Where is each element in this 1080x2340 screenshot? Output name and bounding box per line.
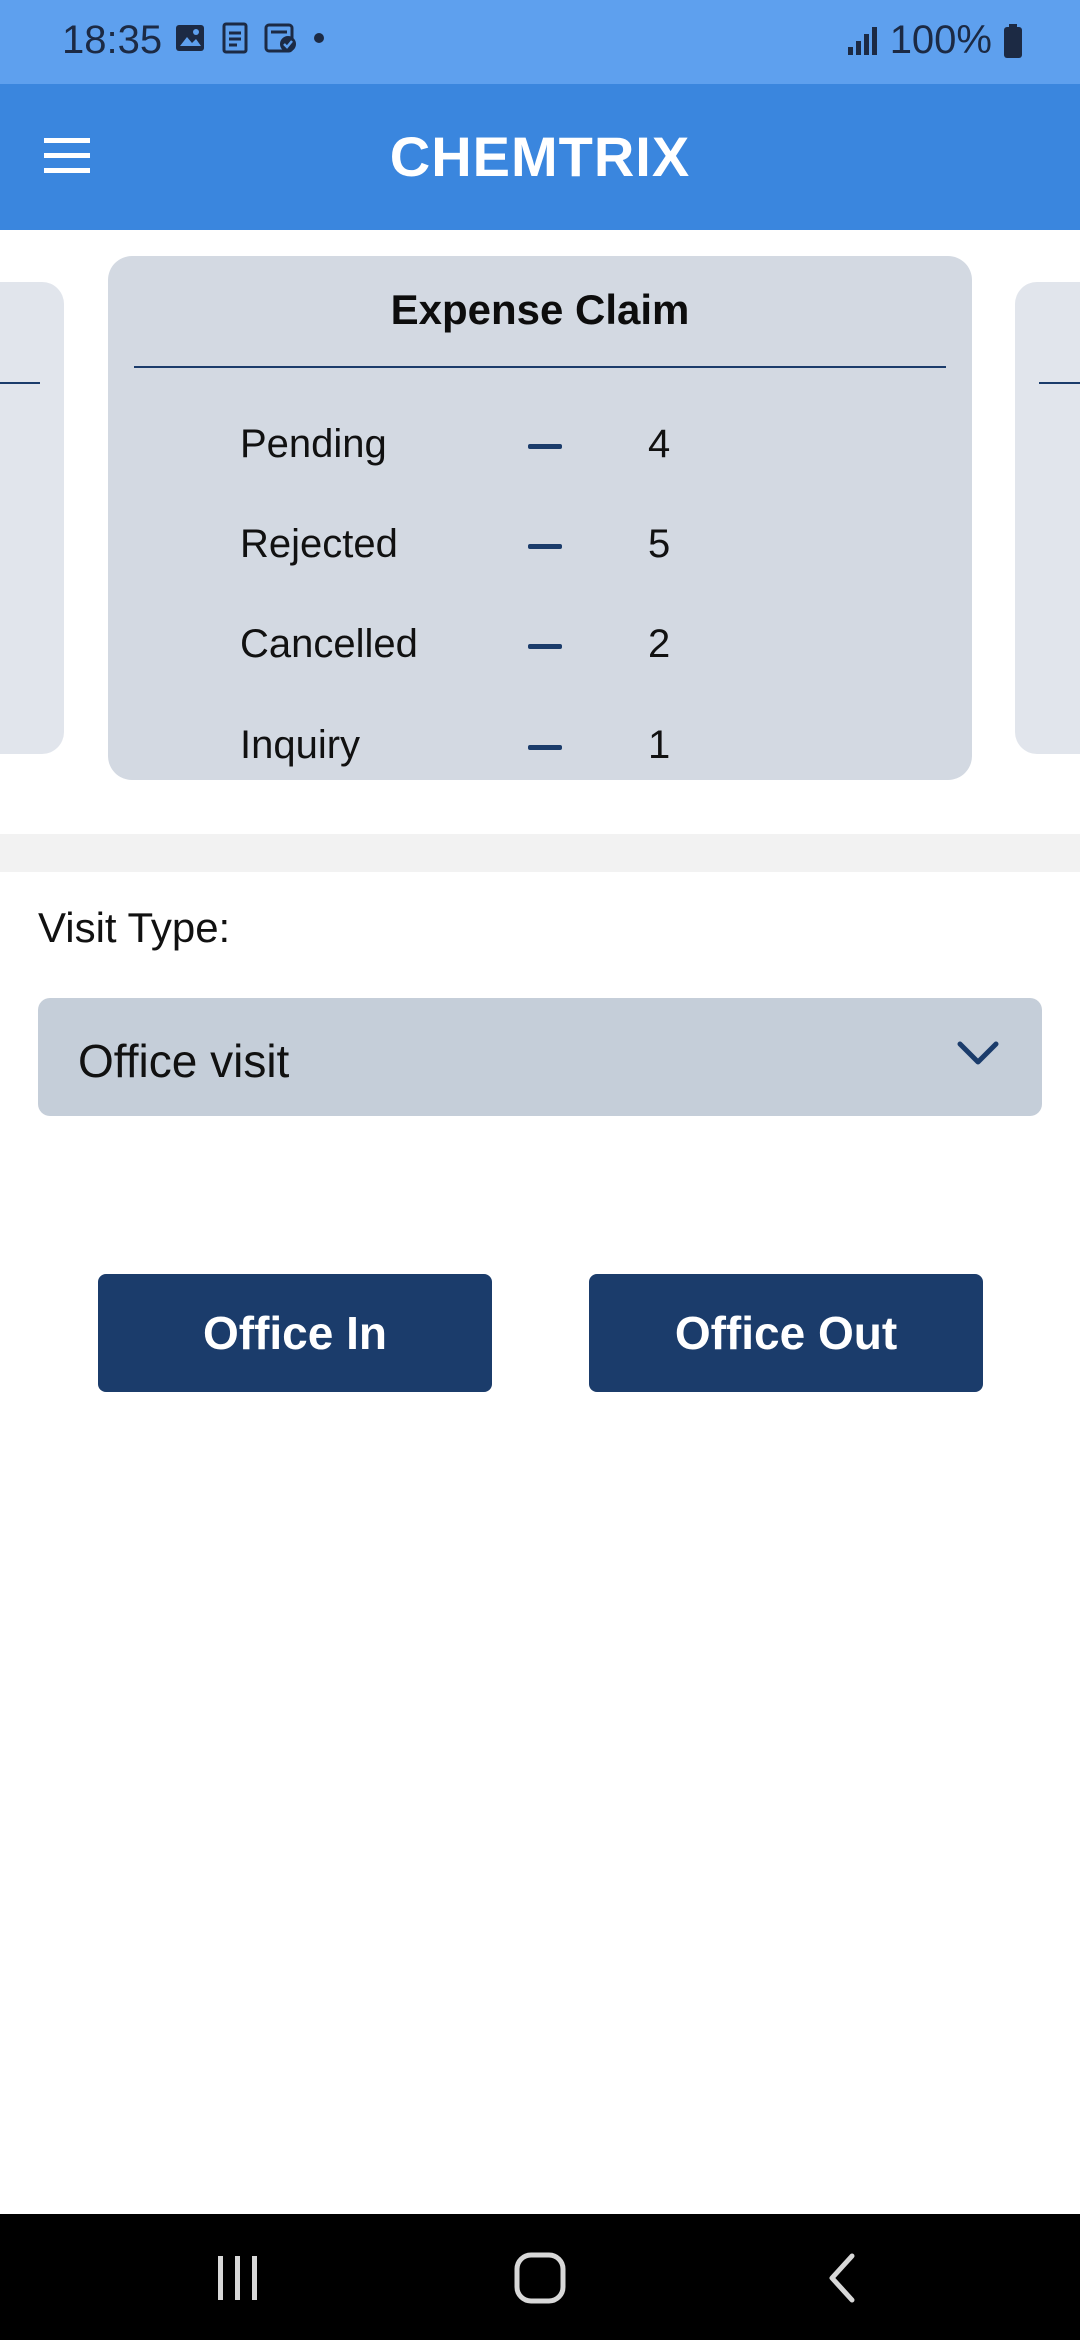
- image-icon: [176, 25, 204, 51]
- claim-label: Pending: [240, 422, 387, 466]
- signal-icon: [847, 26, 877, 55]
- recent-apps-icon[interactable]: [212, 2250, 264, 2306]
- expense-claim-card[interactable]: Expense Claim Pending 4 Rejected 5 Cance…: [108, 256, 972, 780]
- battery-icon: [1004, 23, 1022, 58]
- previous-card[interactable]: [0, 282, 64, 754]
- task-check-icon: [264, 23, 296, 53]
- app-bar: CHEMTRIX: [0, 84, 1080, 230]
- notification-icons: [174, 22, 326, 54]
- dash-icon: [528, 544, 562, 549]
- claim-count: 1: [648, 723, 671, 767]
- claim-row-cancelled: Cancelled 2: [108, 616, 972, 676]
- claim-count: 5: [648, 522, 671, 566]
- claim-label: Cancelled: [240, 622, 418, 666]
- office-out-button[interactable]: Office Out: [589, 1274, 983, 1392]
- dash-icon: [528, 745, 562, 750]
- status-bar: 18:35 100%: [0, 0, 1080, 84]
- claim-row-pending: Pending 4: [108, 416, 972, 476]
- card-title: Expense Claim: [390, 286, 690, 333]
- visit-type-selected: Office visit: [78, 1035, 290, 1087]
- claim-count: 2: [648, 622, 671, 666]
- next-card[interactable]: [1015, 282, 1080, 754]
- status-time: 18:35: [62, 18, 163, 62]
- home-icon[interactable]: [512, 2250, 568, 2306]
- screen: 18:35 100% CHEMTRIX Expense Claim Pendin…: [0, 0, 1080, 2340]
- app-title: CHEMTRIX: [389, 125, 691, 188]
- card-divider: [134, 366, 946, 368]
- claim-row-inquiry: Inquiry 1: [108, 717, 972, 777]
- section-separator: [0, 834, 1080, 872]
- visit-type-dropdown[interactable]: Office visit: [38, 998, 1042, 1116]
- back-icon[interactable]: [822, 2250, 862, 2306]
- chevron-down-icon: [957, 1041, 999, 1065]
- card-divider: [1039, 382, 1080, 384]
- visit-type-label: Visit Type:: [38, 904, 231, 951]
- claim-count: 4: [648, 422, 671, 466]
- dot-icon: [314, 33, 324, 43]
- claim-label: Inquiry: [240, 723, 361, 767]
- card-divider: [0, 382, 40, 384]
- claim-row-rejected: Rejected 5: [108, 516, 972, 576]
- status-right: 100%: [846, 18, 1024, 63]
- claim-label: Rejected: [240, 522, 398, 566]
- office-in-button[interactable]: Office In: [98, 1274, 492, 1392]
- dash-icon: [528, 644, 562, 649]
- dash-icon: [528, 444, 562, 449]
- document-scan-icon: [222, 22, 248, 54]
- system-nav-bar: [0, 2214, 1080, 2340]
- battery-percentage: 100%: [889, 18, 992, 62]
